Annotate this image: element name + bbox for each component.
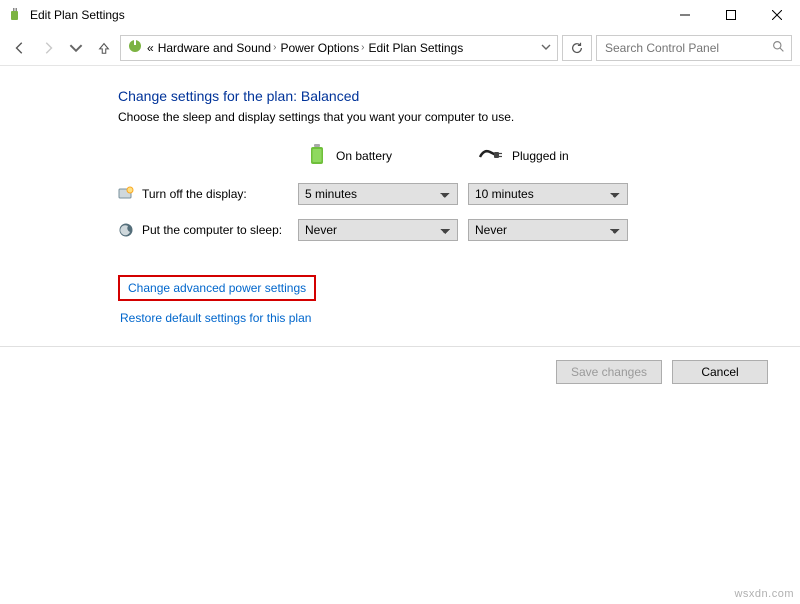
save-button[interactable]: Save changes	[556, 360, 662, 384]
recent-dropdown[interactable]	[64, 36, 88, 60]
search-input[interactable]	[603, 40, 772, 56]
column-battery-label: On battery	[336, 149, 392, 163]
power-options-icon	[8, 7, 24, 23]
advanced-power-settings-link[interactable]: Change advanced power settings	[128, 281, 306, 295]
battery-icon	[308, 142, 326, 169]
row-sleep-label: Put the computer to sleep:	[142, 223, 282, 237]
sleep-battery-select[interactable]: Never	[298, 219, 458, 241]
back-button[interactable]	[8, 36, 32, 60]
display-battery-select[interactable]: 5 minutes	[298, 183, 458, 205]
close-button[interactable]	[754, 0, 800, 30]
cancel-button[interactable]: Cancel	[672, 360, 768, 384]
address-bar[interactable]: « Hardware and Sound› Power Options› Edi…	[120, 35, 558, 61]
row-display-label: Turn off the display:	[142, 187, 247, 201]
control-panel-icon	[127, 38, 143, 57]
up-button[interactable]	[92, 36, 116, 60]
breadcrumb-item[interactable]: Edit Plan Settings	[369, 41, 464, 55]
breadcrumb-item[interactable]: Power Options	[280, 41, 359, 55]
column-plugged-label: Plugged in	[512, 149, 569, 163]
page-title: Change settings for the plan: Balanced	[118, 88, 780, 104]
address-dropdown[interactable]	[541, 41, 551, 55]
chevron-right-icon: ›	[273, 42, 276, 53]
maximize-button[interactable]	[708, 0, 754, 30]
sleep-icon	[118, 222, 134, 238]
sleep-plugged-select[interactable]: Never	[468, 219, 628, 241]
chevron-right-icon: ›	[361, 42, 364, 53]
restore-defaults-link[interactable]: Restore default settings for this plan	[120, 311, 311, 325]
minimize-button[interactable]	[662, 0, 708, 30]
search-box[interactable]	[596, 35, 792, 61]
breadcrumb-prefix: «	[147, 41, 154, 55]
display-plugged-select[interactable]: 10 minutes	[468, 183, 628, 205]
watermark: wsxdn.com	[734, 588, 794, 600]
window-title: Edit Plan Settings	[30, 8, 662, 22]
breadcrumb-item[interactable]: Hardware and Sound	[158, 41, 271, 55]
divider	[0, 346, 800, 347]
search-icon	[772, 40, 785, 56]
page-subtitle: Choose the sleep and display settings th…	[118, 110, 780, 124]
display-off-icon	[118, 186, 134, 202]
plug-icon	[478, 145, 502, 166]
forward-button[interactable]	[36, 36, 60, 60]
highlighted-link-box: Change advanced power settings	[118, 275, 316, 301]
refresh-button[interactable]	[562, 35, 592, 61]
